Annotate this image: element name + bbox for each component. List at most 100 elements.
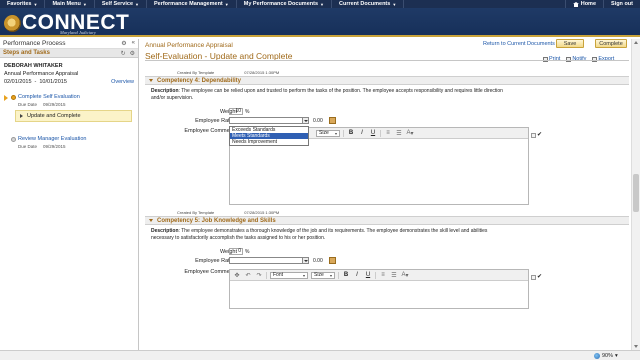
task-update-and-complete[interactable]: Update and Complete <box>15 110 132 122</box>
export-action[interactable]: Export <box>592 56 614 62</box>
collapse-triangle-icon[interactable] <box>149 219 153 222</box>
rating-score: 0.00 <box>313 258 323 264</box>
top-navigation-bar: Favorites ▼ Main Menu ▼ Self Service ▼ Perf… <box>0 0 640 8</box>
print-action[interactable]: Print <box>543 56 560 62</box>
settings-icon[interactable]: ⚙ <box>130 50 135 57</box>
complete-button[interactable]: Complete <box>595 39 627 48</box>
calculator-icon[interactable] <box>329 257 336 264</box>
print-label: Print <box>549 56 561 62</box>
redo-icon[interactable]: ↷ <box>255 272 263 279</box>
nav-favorites[interactable]: Favorites ▼ <box>0 0 46 8</box>
steps-and-tasks-bar: Steps and Tasks ↻ ⚙ <box>0 49 138 58</box>
font-label: Font <box>273 272 284 278</box>
zoom-control[interactable]: 90% ▾ <box>594 353 618 359</box>
dropdown-arrow-icon <box>334 131 339 136</box>
bold-button[interactable]: B <box>342 272 350 279</box>
bold-button[interactable]: B <box>347 130 355 137</box>
scroll-up-arrow-icon[interactable] <box>634 41 638 44</box>
option-needs-improvement[interactable]: Needs Improvement <box>230 139 308 145</box>
caret-down-icon: ▼ <box>33 1 38 7</box>
scrollbar-thumb[interactable] <box>633 174 639 212</box>
nav-current-documents[interactable]: Current Documents ▼ <box>332 0 405 8</box>
font-size-select[interactable]: Size <box>311 271 335 279</box>
step-name[interactable]: Review Manager Evaluation <box>18 136 138 142</box>
created-meta: Created By Template 07/28/2015 1:30PM <box>145 69 629 76</box>
text-color-button[interactable]: A ▾ <box>406 130 414 137</box>
toolbar-separator <box>266 271 267 279</box>
nav-label: Main Menu <box>52 1 81 7</box>
section-title: Competency 5: Job Knowledge and Skills <box>157 217 276 224</box>
text-color-button[interactable]: A ▾ <box>401 272 409 279</box>
due-date: 09/29/2015 <box>43 102 66 107</box>
step-name[interactable]: Complete Self Evaluation <box>18 94 138 100</box>
employee-rating-select[interactable] <box>229 117 309 124</box>
numbered-list-icon[interactable]: ≡ <box>379 272 387 279</box>
bulleted-list-icon[interactable]: ☰ <box>390 272 398 279</box>
employee-rating-select[interactable] <box>229 257 309 264</box>
notify-action[interactable]: Notify <box>566 56 586 62</box>
step-due: Due Date 09/29/2015 <box>18 102 138 107</box>
weight-row: Weight 10 % <box>145 108 629 117</box>
font-size-select[interactable]: Size <box>316 129 340 137</box>
vertical-scrollbar[interactable] <box>631 39 640 350</box>
title-divider <box>145 60 629 61</box>
dropdown-arrow-icon[interactable] <box>302 258 308 263</box>
spellcheck-icon[interactable]: ✔ <box>537 273 544 280</box>
comments-editor[interactable]: ✥ ↶ ↷ Font Size B I U ≡ ☰ A ▾ ✔ <box>229 269 542 309</box>
gear-icon[interactable]: ⚙ <box>121 40 126 47</box>
undo-icon[interactable]: ↶ <box>244 272 252 279</box>
dropdown-arrow-icon[interactable] <box>302 118 308 123</box>
nav-label: Favorites <box>7 1 32 7</box>
branding-header: CONNECT Maryland Judiciary <box>0 8 640 37</box>
section-title: Competency 4: Dependability <box>157 77 242 84</box>
scroll-down-arrow-icon[interactable] <box>634 345 638 348</box>
fullscreen-icon[interactable]: ✥ <box>233 272 241 279</box>
refresh-icon[interactable]: ↻ <box>121 50 126 57</box>
nav-performance-management[interactable]: Performance Management ▼ <box>147 0 237 8</box>
underline-button[interactable]: U <box>364 272 372 279</box>
bulleted-list-icon[interactable]: ☰ <box>395 130 403 137</box>
italic-button[interactable]: I <box>358 130 366 137</box>
percent-sign: % <box>245 109 250 115</box>
zoom-dropdown-icon[interactable]: ▾ <box>615 353 618 359</box>
overview-link[interactable]: Overview <box>111 79 134 85</box>
created-by: Created By Template <box>177 210 215 215</box>
expand-editor-icon[interactable] <box>531 133 536 138</box>
competency-4-header[interactable]: Competency 4: Dependability <box>145 76 629 85</box>
underline-button[interactable]: U <box>369 130 377 137</box>
step-review-manager-evaluation[interactable]: Review Manager Evaluation Due Date 09/29/… <box>0 136 138 149</box>
steps-title: Steps and Tasks <box>3 50 50 56</box>
sign-out-link[interactable]: Sign out <box>603 0 640 8</box>
evaluation-content: Created By Template 07/28/2015 1:30PM Co… <box>145 69 629 309</box>
step-status-icon <box>11 95 16 100</box>
nav-label: Performance Management <box>153 1 223 7</box>
numbered-list-icon[interactable]: ≡ <box>384 130 392 137</box>
nav-my-performance-documents[interactable]: My Performance Documents ▼ <box>237 0 332 8</box>
italic-button[interactable]: I <box>353 272 361 279</box>
collapse-triangle-icon[interactable] <box>149 79 153 82</box>
font-select[interactable]: Font <box>270 271 308 279</box>
spellcheck-icon[interactable]: ✔ <box>537 131 544 138</box>
expand-editor-icon[interactable] <box>531 275 536 280</box>
nav-main-menu[interactable]: Main Menu ▼ <box>45 0 95 8</box>
employee-name: DEBORAH WHITAKER <box>4 63 63 69</box>
toolbar-separator <box>380 129 381 137</box>
competency-description: Description: The employee demonstrates a… <box>145 225 505 242</box>
return-to-current-documents-link[interactable]: Return to Current Documents <box>483 41 555 47</box>
due-label: Due Date <box>18 144 38 149</box>
rating-options-list: Exceeds Standards Meets Standards Needs … <box>229 126 309 146</box>
zoom-level: 90% <box>602 353 614 359</box>
notify-label: Notify <box>572 56 587 62</box>
caret-down-icon: ▼ <box>320 1 324 7</box>
rating-row: Employee Rating 0.00 Exceeds Standards M… <box>145 117 629 146</box>
collapse-icon[interactable]: « <box>132 40 135 47</box>
text-color-label: A <box>401 272 406 278</box>
nav-self-service[interactable]: Self Service ▼ <box>95 0 147 8</box>
save-button[interactable]: Save <box>556 39 584 48</box>
period-dash: - <box>34 79 37 85</box>
calculator-icon[interactable] <box>329 117 336 124</box>
competency-5-header[interactable]: Competency 5: Job Knowledge and Skills <box>145 216 629 225</box>
home-label: Home <box>580 1 596 7</box>
step-complete-self-evaluation[interactable]: Complete Self Evaluation Due Date 09/29/2… <box>0 94 138 107</box>
home-link[interactable]: Home <box>564 0 603 8</box>
